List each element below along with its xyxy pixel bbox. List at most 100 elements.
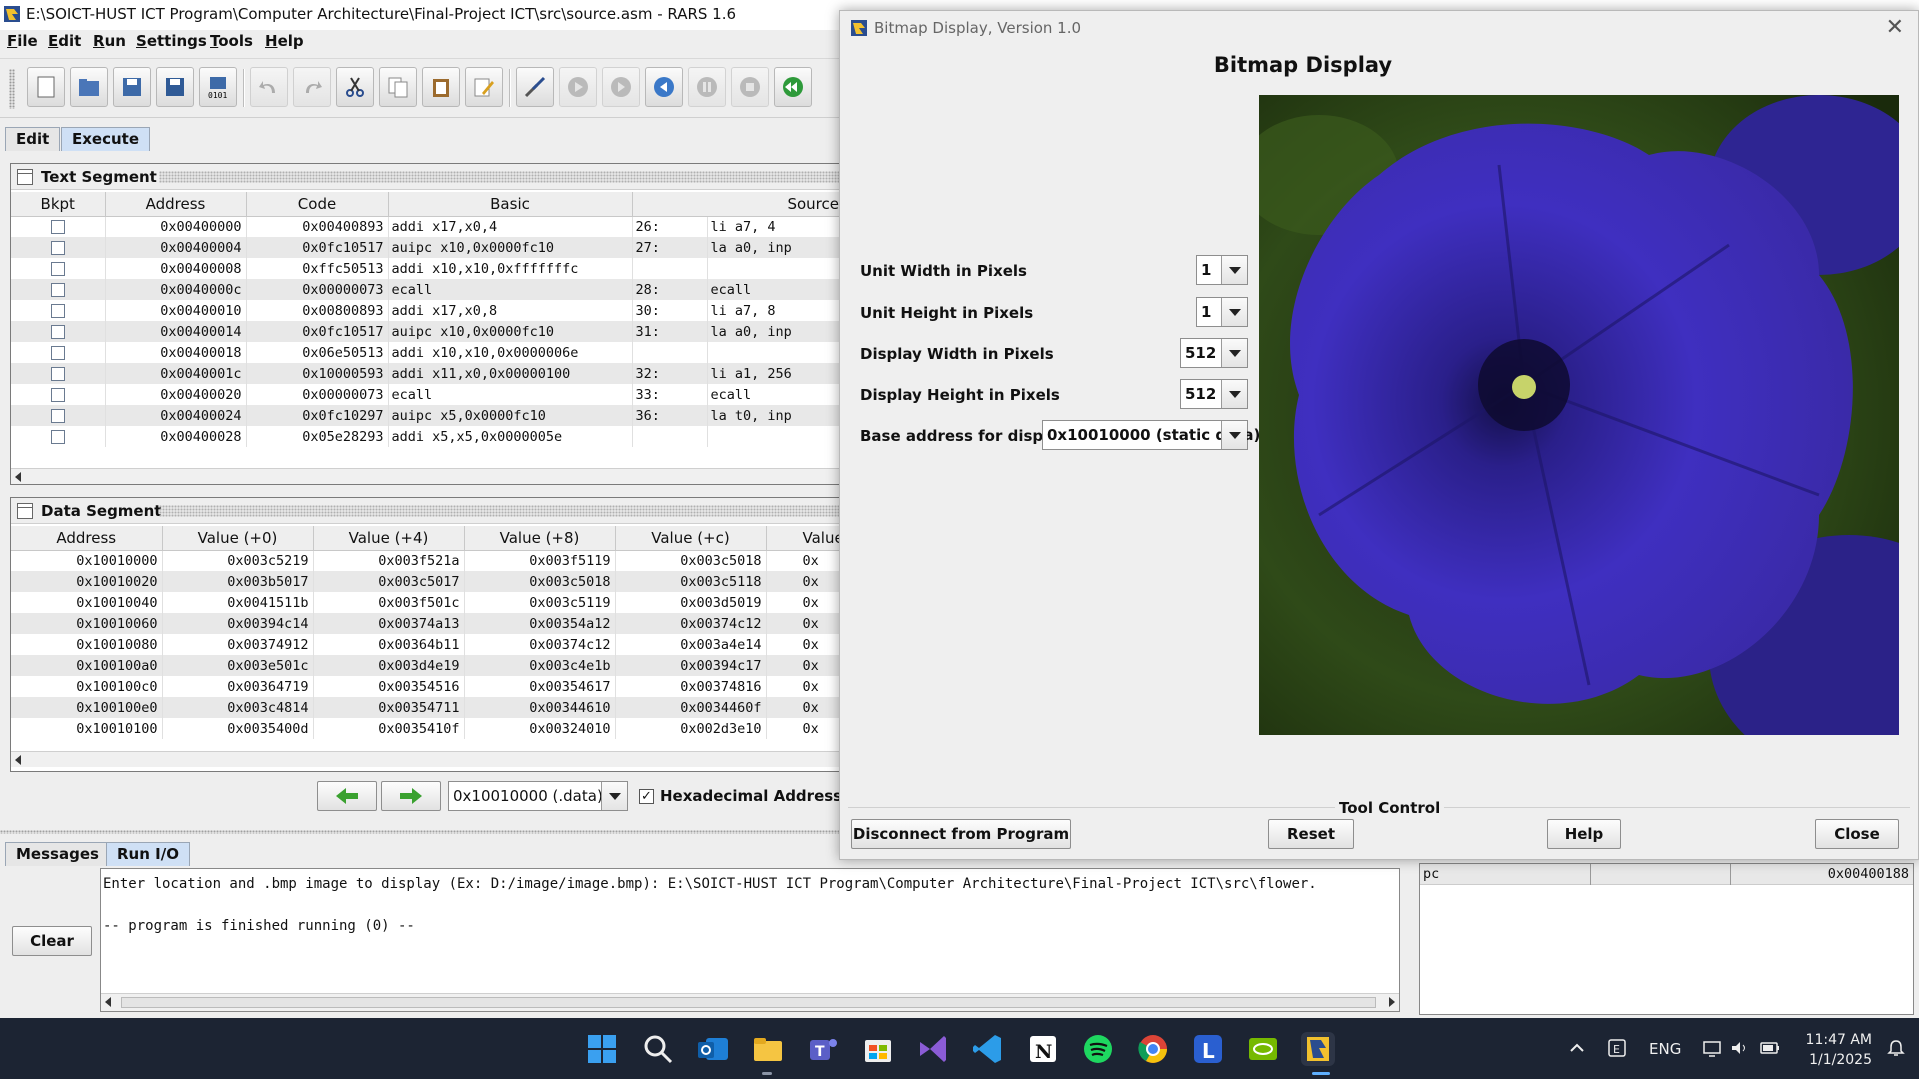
data-value-cell[interactable]: 0x	[766, 571, 842, 592]
clock-date[interactable]: 1/1/2025	[1802, 1052, 1872, 1068]
notion-icon[interactable]: N	[1026, 1032, 1060, 1066]
data-value-cell[interactable]: 0x	[766, 676, 842, 697]
redo-button[interactable]	[293, 67, 331, 107]
new-file-button[interactable]	[27, 67, 65, 107]
breakpoint-checkbox[interactable]	[50, 345, 65, 360]
data-segment-row[interactable]: 0x10010040 0x0041511b 0x003f501c 0x003c5119…	[11, 592, 842, 613]
data-value-cell[interactable]: 0x00374816	[615, 676, 767, 697]
data-value-cell[interactable]: 0x003d4e19	[313, 655, 465, 676]
text-segment-row[interactable]: 0x0040001c 0x10000593 addi x11,x0,0x000001…	[11, 363, 842, 384]
data-value-cell[interactable]: 0x00324010	[464, 718, 616, 739]
data-value-cell[interactable]: 0x003e501c	[162, 655, 314, 676]
language-indicator[interactable]: ENG	[1649, 1040, 1681, 1058]
breakpoint-checkbox[interactable]	[50, 219, 65, 234]
data-segment-row[interactable]: 0x100100a0 0x003e501c 0x003d4e19 0x003c4e1b…	[11, 655, 842, 676]
cut-button[interactable]	[336, 67, 374, 107]
text-segment-row[interactable]: 0x00400020 0x00000073 ecall 33: ecall	[11, 384, 842, 405]
menu-edit[interactable]: Edit	[48, 32, 81, 50]
tab-execute[interactable]: Execute	[61, 127, 151, 151]
battery-icon[interactable]	[1759, 1038, 1781, 1058]
unit-width-combo[interactable]: 1	[1196, 255, 1248, 285]
chrome-icon[interactable]	[1136, 1032, 1170, 1066]
text-segment-row[interactable]: 0x00400004 0x0fc10517 auipc x10,0x0000fc10…	[11, 237, 842, 258]
data-value-cell[interactable]: 0x00364719	[162, 676, 314, 697]
tab-run-io[interactable]: Run I/O	[106, 842, 190, 866]
tab-edit[interactable]: Edit	[5, 127, 61, 151]
data-value-cell[interactable]: 0x0035410f	[313, 718, 465, 739]
clock-time[interactable]: 11:47 AM	[1802, 1032, 1872, 1048]
text-segment-hscroll[interactable]	[11, 468, 839, 484]
open-file-button[interactable]	[70, 67, 108, 107]
menu-settings[interactable]: Settings	[136, 32, 207, 50]
visual-studio-icon[interactable]	[916, 1032, 950, 1066]
volume-icon[interactable]	[1729, 1038, 1749, 1058]
save-as-button[interactable]	[156, 67, 194, 107]
menu-run[interactable]: Run	[93, 32, 126, 50]
data-value-cell[interactable]: 0x003f501c	[313, 592, 465, 613]
outlook-icon[interactable]	[696, 1032, 730, 1066]
hex-addresses-checkbox[interactable]: ✓	[639, 789, 654, 804]
text-segment-row[interactable]: 0x00400028 0x05e28293 addi x5,x5,0x0000005…	[11, 426, 842, 447]
chevron-down-icon[interactable]	[1221, 380, 1247, 408]
undo-button[interactable]	[250, 67, 288, 107]
spotify-icon[interactable]	[1081, 1032, 1115, 1066]
data-value-cell[interactable]: 0x	[766, 655, 842, 676]
data-value-cell[interactable]: 0x	[766, 550, 842, 571]
data-value-cell[interactable]: 0x00344610	[464, 697, 616, 718]
chevron-down-icon[interactable]	[601, 782, 627, 810]
data-value-cell[interactable]: 0x002d3e10	[615, 718, 767, 739]
breakpoint-checkbox[interactable]	[50, 303, 65, 318]
data-value-cell[interactable]: 0x	[766, 634, 842, 655]
save-button[interactable]	[113, 67, 151, 107]
data-value-cell[interactable]: 0x00374c12	[615, 613, 767, 634]
text-segment-row[interactable]: 0x00400008 0xffc50513 addi x10,x10,0xfffff…	[11, 258, 842, 279]
data-value-cell[interactable]: 0x	[766, 718, 842, 739]
data-value-cell[interactable]: 0x0034460f	[615, 697, 767, 718]
data-value-cell[interactable]: 0x0035400d	[162, 718, 314, 739]
data-value-cell[interactable]: 0x	[766, 592, 842, 613]
teams-icon[interactable]: T	[806, 1032, 840, 1066]
text-segment-row[interactable]: 0x0040000c 0x00000073 ecall 28: ecall	[11, 279, 842, 300]
copy-button[interactable]	[379, 67, 417, 107]
chevron-down-icon[interactable]	[1221, 339, 1247, 367]
data-value-cell[interactable]: 0x003c4e1b	[464, 655, 616, 676]
menu-help[interactable]: Help	[265, 32, 304, 50]
text-segment-row[interactable]: 0x00400014 0x0fc10517 auipc x10,0x0000fc10…	[11, 321, 842, 342]
text-segment-row[interactable]: 0x00400010 0x00800893 addi x17,x0,8 30: li a…	[11, 300, 842, 321]
find-replace-button[interactable]	[465, 67, 503, 107]
data-value-cell[interactable]: 0x003c5017	[313, 571, 465, 592]
data-segment-hscroll[interactable]	[11, 751, 839, 767]
windows-start-icon[interactable]	[585, 1032, 619, 1066]
l-app-icon[interactable]: L	[1191, 1032, 1225, 1066]
breakpoint-checkbox[interactable]	[50, 387, 65, 402]
window-close-icon[interactable]: ✕	[1886, 15, 1904, 40]
chevron-down-icon[interactable]	[1221, 256, 1247, 284]
vscode-icon[interactable]	[971, 1032, 1005, 1066]
data-value-cell[interactable]: 0x00364b11	[313, 634, 465, 655]
tab-messages[interactable]: Messages	[5, 842, 110, 866]
data-value-cell[interactable]: 0x	[766, 613, 842, 634]
output-hscroll[interactable]	[101, 993, 1399, 1011]
data-value-cell[interactable]: 0x003c5018	[464, 571, 616, 592]
breakpoint-checkbox[interactable]	[50, 282, 65, 297]
bitmap-reset-button[interactable]: Reset	[1268, 819, 1354, 849]
data-value-cell[interactable]: 0x00354617	[464, 676, 616, 697]
notification-bell-icon[interactable]	[1886, 1038, 1906, 1058]
data-segment-row[interactable]: 0x10010100 0x0035400d 0x0035410f 0x00324010…	[11, 718, 842, 739]
data-segment-row[interactable]: 0x10010080 0x00374912 0x00364b11 0x00374c12…	[11, 634, 842, 655]
menu-file[interactable]: File	[7, 32, 38, 50]
data-value-cell[interactable]: 0x003c5119	[464, 592, 616, 613]
data-segment-row[interactable]: 0x100100c0 0x00364719 0x00354516 0x00354617…	[11, 676, 842, 697]
data-value-cell[interactable]: 0x00354516	[313, 676, 465, 697]
data-value-cell[interactable]: 0x00394c17	[615, 655, 767, 676]
disconnect-button[interactable]: Disconnect from Program	[851, 819, 1071, 849]
data-value-cell[interactable]: 0x	[766, 697, 842, 718]
bitmap-close-button[interactable]: Close	[1815, 819, 1899, 849]
breakpoint-checkbox[interactable]	[50, 366, 65, 381]
breakpoint-checkbox[interactable]	[50, 324, 65, 339]
data-value-cell[interactable]: 0x0041511b	[162, 592, 314, 613]
data-value-cell[interactable]: 0x003d5019	[615, 592, 767, 613]
breakpoint-checkbox[interactable]	[50, 261, 65, 276]
run-io-output[interactable]: Enter location and .bmp image to display…	[100, 868, 1400, 1012]
clear-button[interactable]: Clear	[12, 926, 92, 956]
